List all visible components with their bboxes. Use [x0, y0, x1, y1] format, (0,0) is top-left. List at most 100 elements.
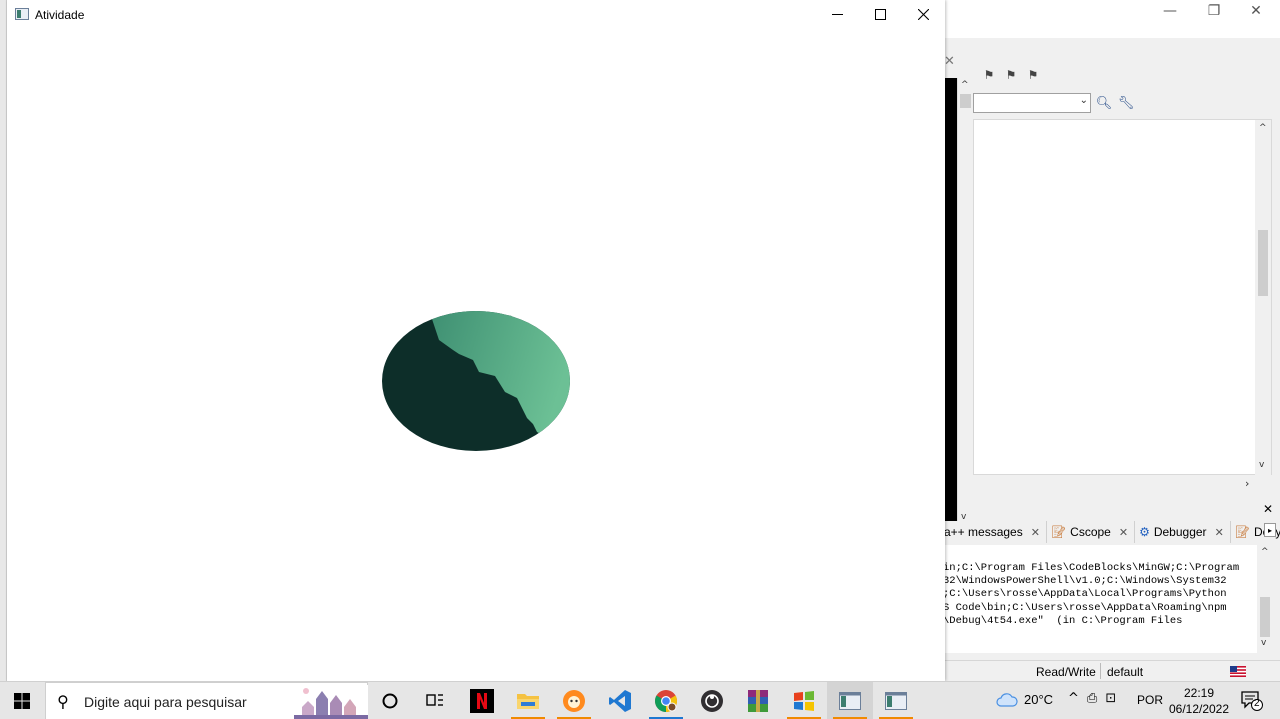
vscode-icon — [609, 690, 631, 712]
taskbar-search[interactable]: ⚲ Digite aqui para pesquisar — [45, 682, 368, 719]
window-titlebar[interactable]: Atividade — [7, 0, 945, 29]
log-line: in;C:\Program Files\CodeBlocks\MinGW;C:\… — [945, 562, 1240, 574]
start-button[interactable] — [0, 682, 44, 719]
winrar-icon — [748, 690, 768, 712]
notification-count: 2 — [1254, 698, 1260, 709]
cortana-icon — [382, 693, 398, 709]
log-line: 32\WindowsPowerShell\v1.0;C:\Windows\Sys… — [945, 575, 1227, 588]
folder-icon — [517, 694, 539, 709]
cortana-button[interactable] — [367, 682, 413, 719]
ide-minimize-button[interactable]: — — [1155, 0, 1185, 22]
weather-widget[interactable]: 20°C — [996, 691, 1053, 707]
cloud-icon — [996, 693, 1018, 707]
status-read-write: Read/Write — [1036, 665, 1096, 679]
status-encoding: default — [1107, 665, 1144, 679]
bookmark-clear-icon[interactable]: ⚑ — [1024, 66, 1042, 84]
ide-restore-button[interactable]: ❐ — [1199, 0, 1229, 22]
vscode-app[interactable] — [597, 682, 643, 719]
bookmark-prev-icon[interactable]: ⚑ — [980, 66, 998, 84]
file-explorer-app[interactable] — [505, 682, 551, 719]
fox-browser-icon — [563, 690, 585, 712]
winrar-app[interactable] — [735, 682, 781, 719]
tab-messages[interactable]: a++ messages ✕ — [945, 521, 1047, 543]
scroll-down-icon[interactable]: v — [1259, 460, 1264, 470]
windows-flag-icon — [794, 691, 814, 711]
obs-icon — [701, 690, 723, 712]
pencil-icon: 📝︎ — [1050, 525, 1067, 539]
window-title: Atividade — [35, 8, 85, 22]
codeblocks-window-1[interactable] — [827, 682, 873, 719]
tab-label: a++ messages — [945, 525, 1023, 539]
bookmark-next-icon[interactable]: ⚑ — [1002, 66, 1020, 84]
notification-icon — [1241, 691, 1263, 711]
editor-scrollbar[interactable]: ^ v — [1255, 120, 1271, 476]
netflix-app[interactable] — [459, 682, 505, 719]
search-buttons: 🔍︎ 🔧︎ — [1095, 94, 1135, 112]
scroll-right-icon[interactable]: › — [1245, 477, 1249, 490]
search-icon: ⚲ — [57, 692, 69, 711]
meet-now-icon[interactable]: ⎙ — [1087, 691, 1097, 706]
chrome-app[interactable] — [643, 682, 689, 719]
windows-tool-app[interactable] — [781, 682, 827, 719]
editor-hscrollbar[interactable]: › — [973, 475, 1272, 492]
atividade-window: Atividade — [7, 0, 945, 681]
tab-label: Debugger — [1153, 525, 1207, 539]
windows-logo-icon — [14, 693, 30, 709]
windows-taskbar: ⚲ Digite aqui para pesquisar 20°C ^ ⎙ ⊡ … — [0, 681, 1280, 719]
weather-temperature: 20°C — [1024, 691, 1054, 707]
network-icon[interactable]: ⊡ — [1105, 691, 1116, 706]
close-icon[interactable]: ✕ — [1031, 526, 1040, 539]
scroll-up-icon[interactable]: ^ — [1261, 547, 1269, 557]
chevron-up-icon[interactable]: ^ — [1068, 691, 1079, 706]
scroll-up-icon[interactable]: ^ — [1259, 123, 1267, 133]
log-line: \Debug\4t54.exe" (in C:\Program Files — [945, 614, 1183, 627]
fox-browser-app[interactable] — [551, 682, 597, 719]
shaded-ellipse — [382, 311, 570, 451]
tab-debugger[interactable]: ⚙ Debugger ✕ — [1135, 521, 1231, 543]
system-clock[interactable]: 22:19 06/12/2022 — [1168, 685, 1230, 717]
ide-editor-pane[interactable]: ^ v — [973, 119, 1272, 476]
clock-date: 06/12/2022 — [1168, 702, 1230, 716]
ide-left-strip — [0, 0, 7, 681]
us-flag-icon — [1230, 666, 1246, 677]
maximize-button[interactable] — [858, 0, 902, 29]
tab-scroll-right-icon[interactable]: ▸ — [1264, 523, 1276, 537]
task-view-button[interactable] — [412, 682, 458, 719]
chrome-icon — [655, 690, 677, 712]
close-icon — [917, 9, 929, 20]
close-icon[interactable]: ✕ — [1215, 526, 1224, 539]
ide-close-button[interactable]: ✕ — [1241, 0, 1271, 22]
minimize-button[interactable] — [815, 0, 859, 29]
build-log-output[interactable]: in;C:\Program Files\CodeBlocks\MinGW;C:\… — [945, 545, 1257, 653]
notification-center-button[interactable]: 2 — [1240, 690, 1264, 712]
search-icon[interactable]: 🔍︎ — [1095, 94, 1113, 112]
logs-close-icon[interactable]: ✕ — [1263, 502, 1273, 516]
obs-app[interactable] — [689, 682, 735, 719]
log-line: ;C:\Users\rosse\AppData\Local\Programs\P… — [945, 588, 1227, 601]
close-button[interactable] — [901, 0, 945, 29]
tab-cscope[interactable]: 📝︎ Cscope ✕ — [1047, 521, 1136, 543]
log-line: S Code\bin;C:\Users\rosse\AppData\Roamin… — [945, 601, 1227, 614]
wrench-icon[interactable]: 🔧︎ — [1117, 94, 1135, 112]
ide-scrollbar[interactable]: ^ v — [957, 78, 972, 528]
codeblocks-window-2[interactable] — [873, 682, 919, 719]
ide-statusbar: Read/Write default — [945, 660, 1280, 681]
search-highlight-illustration-icon — [294, 685, 368, 719]
maximize-icon — [874, 9, 886, 20]
pencil-icon: 📝︎ — [1234, 525, 1251, 539]
log-scrollbar[interactable]: ^ v — [1257, 545, 1273, 653]
input-language[interactable]: POR — [1137, 693, 1163, 707]
app-window-icon — [15, 8, 29, 20]
tab-label: Cscope — [1070, 525, 1111, 539]
chevron-down-icon: ⌄ — [1079, 95, 1088, 106]
search-placeholder: Digite aqui para pesquisar — [84, 694, 247, 710]
task-view-icon — [426, 694, 443, 706]
scroll-down-icon[interactable]: v — [1261, 638, 1266, 648]
symbol-combo[interactable]: ⌄ — [973, 93, 1091, 113]
scroll-up-icon[interactable]: ^ — [961, 80, 969, 90]
console-window-icon — [839, 692, 861, 710]
logs-tab-bar: a++ messages ✕ 📝︎ Cscope ✕ ⚙ Debugger ✕ … — [945, 521, 1280, 543]
close-icon[interactable]: ✕ — [1119, 526, 1128, 539]
opengl-canvas[interactable] — [7, 29, 945, 681]
panel-close-icon[interactable]: ✕ — [944, 54, 955, 69]
